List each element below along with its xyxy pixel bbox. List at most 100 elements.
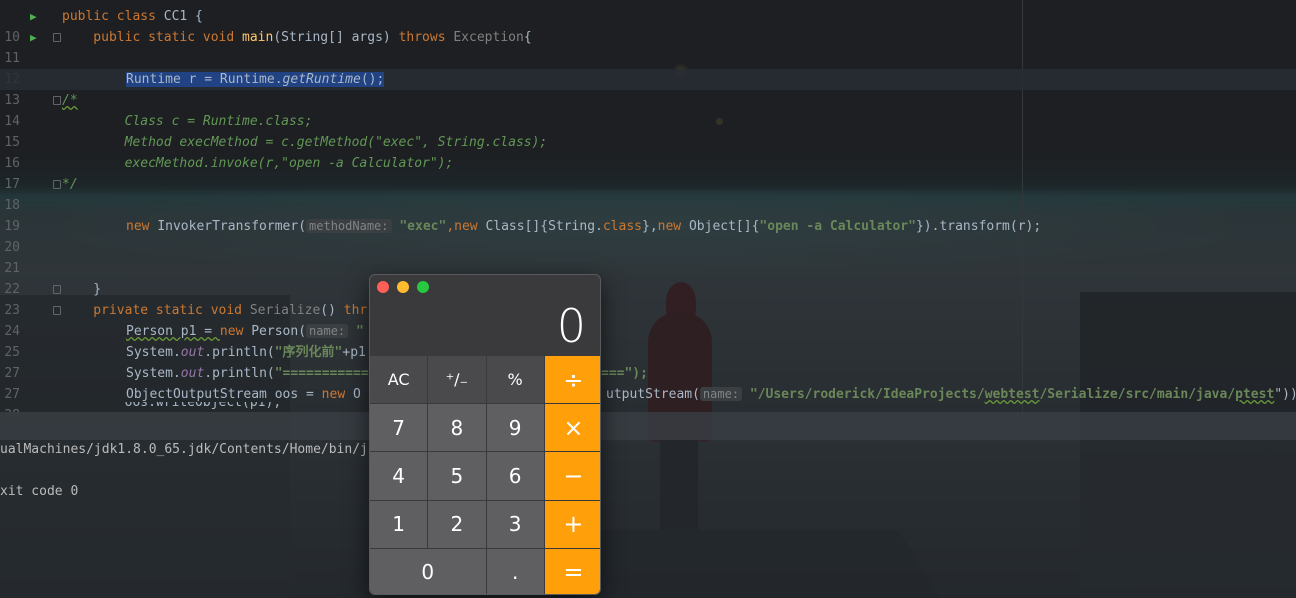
divide-button[interactable]: ÷	[544, 356, 600, 404]
code-line-20: 20 new InvokerTransformer(methodName: "e…	[0, 216, 1296, 255]
minimize-window-button[interactable]	[397, 281, 409, 293]
code-line-15: 15 Class c = Runtime.class;	[0, 111, 1296, 150]
code-editor[interactable]: 10 ▶ public class CC1 { 11 ▶ public stat…	[0, 0, 1296, 423]
static-field: out	[180, 366, 205, 381]
run-console[interactable]: ualMachines/jdk1.8.0_65.jdk/Contents/Hom…	[0, 412, 1296, 598]
code-text: +p1	[342, 345, 366, 360]
equals-button[interactable]: =	[544, 548, 600, 594]
digit-1-button[interactable]: 1	[370, 500, 428, 548]
method-call: getRuntime	[282, 72, 361, 87]
code-line-16: 16 Method execMethod = c.getMethod("exec…	[0, 132, 1296, 171]
keyword: class	[602, 219, 642, 234]
code-text: Class[]{String.	[485, 219, 603, 234]
comment: */	[62, 177, 78, 192]
digit-4-button[interactable]: 4	[370, 452, 428, 500]
code-line-13: 13 Runtime r = Runtime.getRuntime();	[0, 69, 1296, 108]
code-text: ();	[360, 72, 385, 87]
code-line-26: 27 System.out.println("序列化前"+p1	[0, 342, 1296, 381]
keyword: public class	[62, 9, 164, 24]
code-line-23: 23 }	[0, 279, 1296, 318]
code-line-19: 19	[0, 195, 1296, 234]
zoom-window-button[interactable]	[417, 281, 429, 293]
brace: {	[523, 30, 532, 45]
digit-8-button[interactable]: 8	[428, 404, 486, 452]
keyword: new	[454, 219, 486, 234]
string-literal: "exec"	[399, 219, 447, 234]
params: (String[] args)	[273, 30, 399, 45]
code-text: Person p1 =	[126, 324, 220, 339]
digit-5-button[interactable]: 5	[428, 452, 486, 500]
code-line-18: 18 */	[0, 174, 1296, 213]
code-line-21: 21	[0, 237, 1296, 276]
calculator-display: 0	[556, 299, 586, 353]
comment: execMethod.invoke(r,"open -a Calculator"…	[62, 156, 454, 171]
digit-3-button[interactable]: 3	[486, 500, 544, 548]
method-name: main	[242, 30, 274, 45]
run-gutter-icon[interactable]: ▶	[30, 6, 37, 27]
string-literal: "open -a Calculator"	[759, 219, 916, 234]
digit-2-button[interactable]: 2	[428, 500, 486, 548]
close-window-button[interactable]	[377, 281, 389, 293]
code-line-25: 25 Person p1 = new Person(name: "	[0, 321, 1296, 360]
digit-6-button[interactable]: 6	[486, 452, 544, 500]
code-text: .println(	[204, 345, 275, 360]
code-text: InvokerTransformer(	[157, 219, 307, 234]
code-text: Runtime r = Runtime.	[126, 72, 283, 87]
keyword: new	[126, 219, 158, 234]
digit-9-button[interactable]: 9	[486, 404, 544, 452]
code-line-27: 27 System.out.println("=========== ===")…	[0, 363, 1296, 402]
digit-7-button[interactable]: 7	[370, 404, 428, 452]
subtract-button[interactable]: −	[544, 452, 600, 500]
code-line-17: 17 execMethod.invoke(r,"open -a Calculat…	[0, 153, 1296, 192]
digit-0-button[interactable]: 0	[370, 548, 486, 594]
code-text: utputStream(	[606, 387, 700, 402]
code-line-10: 10 ▶ public class CC1 {	[0, 6, 1296, 45]
calculator-window[interactable]: 0 AC ⁺∕₋ % ÷ 7 8 9 × 4 5 6 − 1 2 3 + 0 .…	[369, 274, 601, 595]
code-text: ()	[320, 303, 344, 318]
keyword: private static void	[62, 303, 250, 318]
code-line-14: 14 /*	[0, 90, 1296, 129]
sign-toggle-button[interactable]: ⁺∕₋	[428, 356, 486, 404]
method-name: Serialize	[249, 303, 321, 318]
clear-button[interactable]: AC	[370, 356, 428, 404]
code-line-29-partial: oos.writeObject(p1);	[0, 402, 1296, 412]
decimal-button[interactable]: .	[486, 548, 544, 594]
string-literal: ===");	[601, 366, 648, 381]
string-literal: "/Users/roderick/IdeaProjects/	[749, 387, 985, 402]
multiply-button[interactable]: ×	[544, 404, 600, 452]
keyword: new	[219, 324, 252, 339]
string-literal: "	[348, 324, 364, 339]
fold-icon[interactable]	[53, 33, 61, 42]
class-name: CC1 {	[163, 9, 203, 24]
selected-code[interactable]: Runtime r = Runtime.getRuntime();	[126, 72, 385, 87]
fold-icon[interactable]	[53, 306, 61, 315]
fold-icon[interactable]	[53, 180, 61, 189]
comment: Class c = Runtime.class;	[62, 114, 313, 129]
console-exit-line: xit code 0	[0, 484, 79, 499]
string-literal: "序列化前"	[274, 345, 343, 360]
string-literal: webtest	[984, 387, 1040, 402]
calculator-keypad: AC ⁺∕₋ % ÷ 7 8 9 × 4 5 6 − 1 2 3 + 0 . =	[370, 356, 600, 594]
percent-button[interactable]: %	[486, 356, 544, 404]
code-text: Person(	[251, 324, 307, 339]
run-gutter-icon[interactable]: ▶	[30, 27, 37, 48]
static-field: out	[180, 345, 205, 360]
keyword: public static void	[62, 30, 243, 45]
code-text: .println(	[204, 366, 275, 381]
parameter-hint: methodName:	[306, 219, 392, 233]
add-button[interactable]: +	[544, 500, 600, 548]
fold-icon[interactable]	[53, 96, 61, 105]
console-command-line: ualMachines/jdk1.8.0_65.jdk/Contents/Hom…	[0, 442, 368, 457]
code-line-12: 12	[0, 48, 1296, 87]
string-literal: ptest	[1235, 387, 1275, 402]
code-text: System.	[126, 345, 181, 360]
code-text: ObjectOutputStream oos =	[126, 387, 322, 402]
code-line-22: 22	[0, 258, 1296, 297]
code-text: Object[]{	[688, 219, 760, 234]
code-line-24: 24 private static void Serialize() thr	[0, 300, 1296, 339]
code-text: }	[62, 282, 102, 297]
exception-type: Exception	[453, 30, 524, 45]
fold-icon[interactable]	[53, 285, 61, 294]
code-text: "));	[1274, 387, 1296, 402]
code-text: oos.writeObject(p1);	[62, 402, 282, 410]
